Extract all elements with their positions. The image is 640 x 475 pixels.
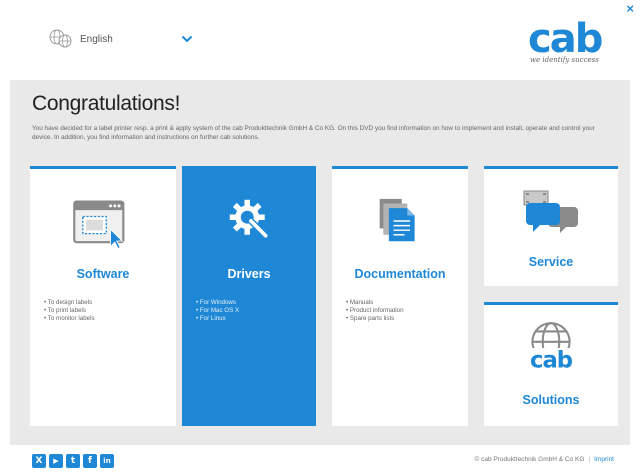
- chat-bubbles-icon: [523, 190, 578, 233]
- card-documentation-list: Manuals Product information Spare parts …: [346, 299, 404, 323]
- card-service[interactable]: Service: [484, 166, 618, 286]
- xing-icon[interactable]: X: [32, 454, 46, 468]
- solutions-mark: cab: [530, 348, 573, 374]
- documents-icon: [379, 198, 415, 242]
- card-service-title: Service: [528, 255, 574, 269]
- twitter-icon[interactable]: t: [66, 454, 80, 468]
- card-software-list: To design labels To print labels To moni…: [44, 299, 95, 323]
- cab-logo: cab we identify success: [528, 16, 612, 72]
- footer-separator: |: [588, 456, 591, 463]
- language-globe-icon: [49, 29, 72, 48]
- facebook-icon[interactable]: f: [83, 454, 97, 468]
- list-item: Product information: [346, 307, 404, 315]
- window-cursor-icon: [73, 200, 125, 250]
- list-item: For Linux: [196, 315, 239, 323]
- card-solutions[interactable]: cab Solutions: [484, 302, 618, 426]
- card-drivers-list: For Windows For Mac OS X For Linux: [196, 299, 239, 323]
- footer: X ▶ t f in © cab Produkttechnik GmbH & C…: [0, 445, 640, 475]
- imprint-link[interactable]: Imprint: [594, 456, 614, 463]
- intro-text: You have decided for a label printer res…: [32, 125, 595, 141]
- gear-wrench-icon: [229, 199, 269, 239]
- language-label: English: [80, 33, 113, 45]
- youtube-icon[interactable]: ▶: [49, 454, 63, 468]
- globe-cab-icon: cab: [526, 322, 576, 374]
- copyright-line: © cab Produkttechnik GmbH & Co KG | Imprin…: [475, 456, 615, 463]
- card-documentation[interactable]: Documentation Manuals Product informatio…: [332, 166, 468, 426]
- list-item: Manuals: [346, 299, 404, 307]
- list-item: Spare parts lists: [346, 315, 404, 323]
- card-solutions-title: Solutions: [522, 393, 580, 407]
- chevron-down-icon[interactable]: [180, 32, 194, 46]
- top-bar: English cab we identify success ×: [0, 0, 640, 80]
- main-panel: Congratulations! You have decided for a …: [10, 80, 630, 445]
- social-links: X ▶ t f in: [32, 454, 114, 468]
- copyright-text: © cab Produkttechnik GmbH & Co KG: [474, 456, 585, 463]
- list-item: For Windows: [196, 299, 239, 307]
- card-drivers-title: Drivers: [227, 267, 271, 281]
- close-icon[interactable]: ×: [626, 2, 634, 15]
- card-documentation-title: Documentation: [354, 267, 446, 281]
- card-software-title: Software: [76, 267, 130, 281]
- card-drivers[interactable]: Drivers For Windows For Mac OS X For Lin…: [182, 166, 316, 426]
- list-item: For Mac OS X: [196, 307, 239, 315]
- linkedin-icon[interactable]: in: [100, 454, 114, 468]
- list-item: To monitor labels: [44, 315, 95, 323]
- list-item: To design labels: [44, 299, 95, 307]
- page-title: Congratulations!: [32, 92, 181, 115]
- logo-wordmark: cab: [528, 16, 603, 62]
- card-software[interactable]: Software To design labels To print label…: [30, 166, 176, 426]
- language-selector[interactable]: English: [48, 26, 208, 52]
- list-item: To print labels: [44, 307, 95, 315]
